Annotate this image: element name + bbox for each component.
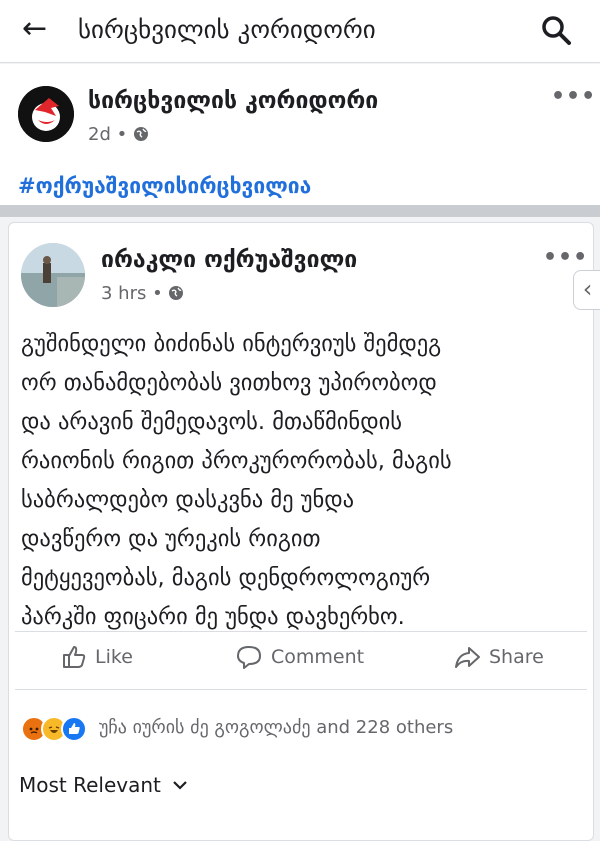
avatar-photo [21,243,85,307]
search-icon[interactable] [540,14,572,46]
comments-filter-label: Most Relevant [19,773,161,797]
author-avatar[interactable] [21,243,85,307]
more-options-icon[interactable]: ••• [543,245,588,270]
comment-icon [237,646,261,669]
separator-dot: • [152,283,169,304]
page-title: სირცხვილის კორიდორი [78,15,376,44]
chevron-down-icon [173,781,188,790]
top-bar: ← სირცხვილის კორიდორი [0,0,600,63]
page-avatar[interactable] [18,86,74,142]
comment-button[interactable]: Comment [235,637,364,677]
globe-icon [169,286,184,300]
shared-post-time-label: 3 hrs [101,283,147,304]
separator-dot: • [116,124,133,145]
post-time[interactable]: 2d • [88,124,149,145]
hashtag-link[interactable]: #ოქრუაშვილისირცხვილია [18,174,311,198]
share-arrow-icon [455,647,480,668]
shared-post-time[interactable]: 3 hrs • [101,283,184,304]
post-time-label: 2d [88,124,111,145]
side-panel-tab[interactable]: ‹ [573,270,600,310]
page-name[interactable]: სირცხვილის კორიდორი [88,88,378,114]
share-label: Share [489,646,544,668]
reactions-summary[interactable]: უჩა იურის ძე გოგოლაძე and 228 others [99,717,453,738]
back-arrow-icon[interactable]: ← [22,14,47,44]
like-label: Like [95,646,133,668]
comments-filter[interactable]: Most Relevant [19,773,188,797]
more-options-icon[interactable]: ••• [551,84,596,109]
author-name[interactable]: ირაკლი ოქრუაშვილი [101,247,357,273]
shared-post-card: ირაკლი ოქრუაშვილი 3 hrs • ••• გუშინდელი … [8,222,594,841]
page-logo-icon [18,86,74,142]
chevron-left-icon: ‹ [582,275,593,303]
share-button[interactable]: Share [453,637,544,677]
actions-bottom-divider [15,689,587,690]
comment-label: Comment [271,646,365,668]
globe-icon [133,127,148,141]
thumbs-up-icon [63,646,86,668]
like-reaction-icon [61,716,87,742]
post-divider [0,205,600,217]
actions-top-divider [15,631,587,632]
post-body-text: გუშინდელი ბიძინას ინტერვიუს შემდეგ ორ თა… [21,331,452,630]
page-post-header: სირცხვილის კორიდორი 2d • ••• #ოქრუაშვილი… [0,64,600,205]
reaction-icons[interactable] [21,716,87,742]
like-button[interactable]: Like [61,637,133,677]
